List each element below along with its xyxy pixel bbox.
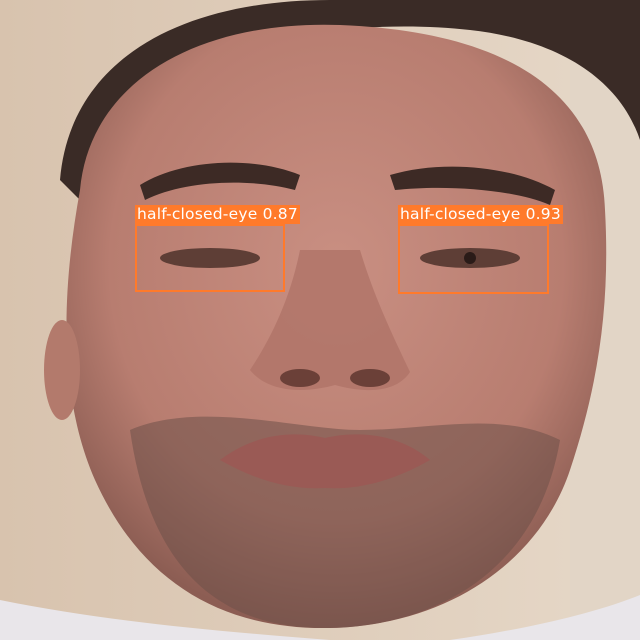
detection-box-left-eye: [135, 224, 285, 292]
photo-scene: half-closed-eye 0.87 half-closed-eye 0.9…: [0, 0, 640, 640]
detection-class: half-closed-eye: [400, 205, 521, 223]
detection-label-left-eye: half-closed-eye 0.87: [135, 205, 300, 224]
detection-class: half-closed-eye: [137, 205, 258, 223]
detection-label-right-eye: half-closed-eye 0.93: [398, 205, 563, 224]
detection-confidence: 0.93: [525, 205, 561, 223]
detection-box-right-eye: [398, 224, 549, 294]
detection-confidence: 0.87: [262, 205, 298, 223]
face-photo: [0, 0, 640, 640]
